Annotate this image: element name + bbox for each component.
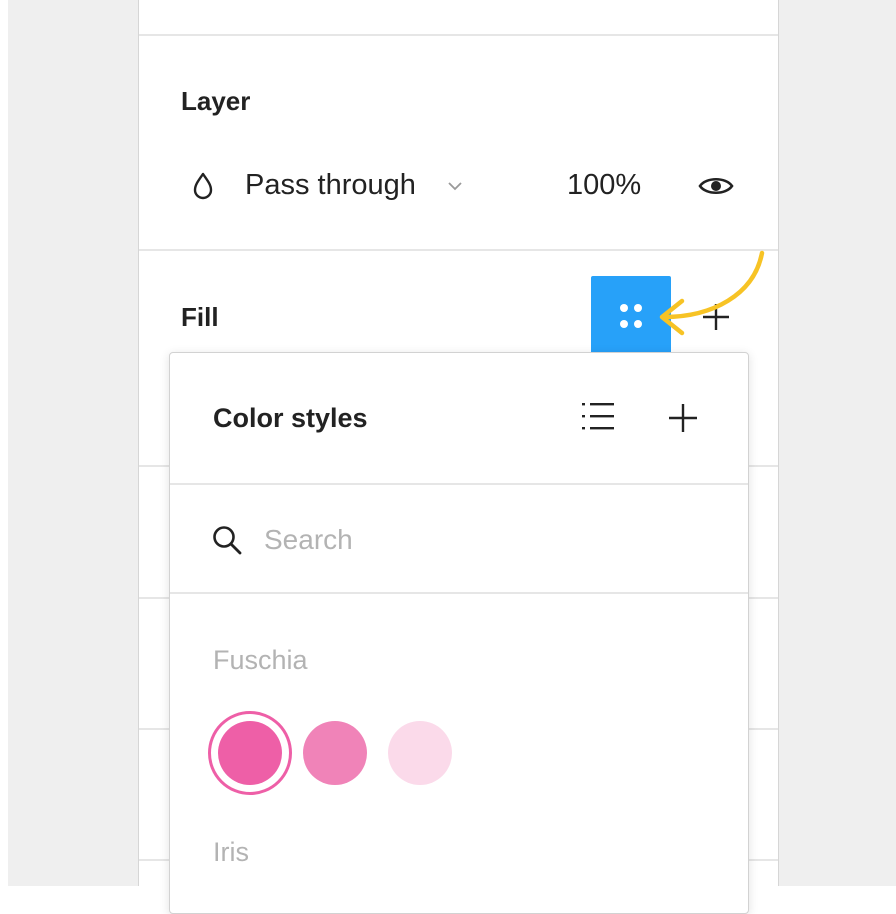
canvas-background-left <box>8 0 138 886</box>
droplet-icon[interactable] <box>191 171 215 201</box>
color-styles-popover: Color styles Fuschia Iris <box>169 352 749 914</box>
eye-icon[interactable] <box>696 170 736 202</box>
chevron-down-icon <box>445 178 465 194</box>
popover-divider <box>170 483 748 485</box>
fuschia-swatch[interactable] <box>303 721 367 785</box>
section-divider <box>139 34 778 36</box>
color-group-label: Fuschia <box>213 645 308 675</box>
blend-mode-dropdown[interactable]: Pass through <box>245 166 467 208</box>
color-styles-title: Color styles <box>213 403 368 433</box>
fuschia-swatch[interactable] <box>388 721 452 785</box>
popover-divider <box>170 592 748 594</box>
list-view-icon[interactable] <box>578 399 618 433</box>
search-input[interactable] <box>264 521 664 559</box>
layer-section-title: Layer <box>181 86 251 116</box>
opacity-value[interactable]: 100% <box>567 169 641 202</box>
add-style-plus-icon[interactable] <box>666 401 700 435</box>
canvas-background-right <box>779 0 896 886</box>
blend-mode-value: Pass through <box>245 169 416 201</box>
search-icon <box>210 523 244 557</box>
fill-section-title: Fill <box>181 302 219 332</box>
arrow-annotation <box>659 250 765 336</box>
fuschia-swatch-selected[interactable] <box>218 721 282 785</box>
color-group-label: Iris <box>213 837 249 867</box>
